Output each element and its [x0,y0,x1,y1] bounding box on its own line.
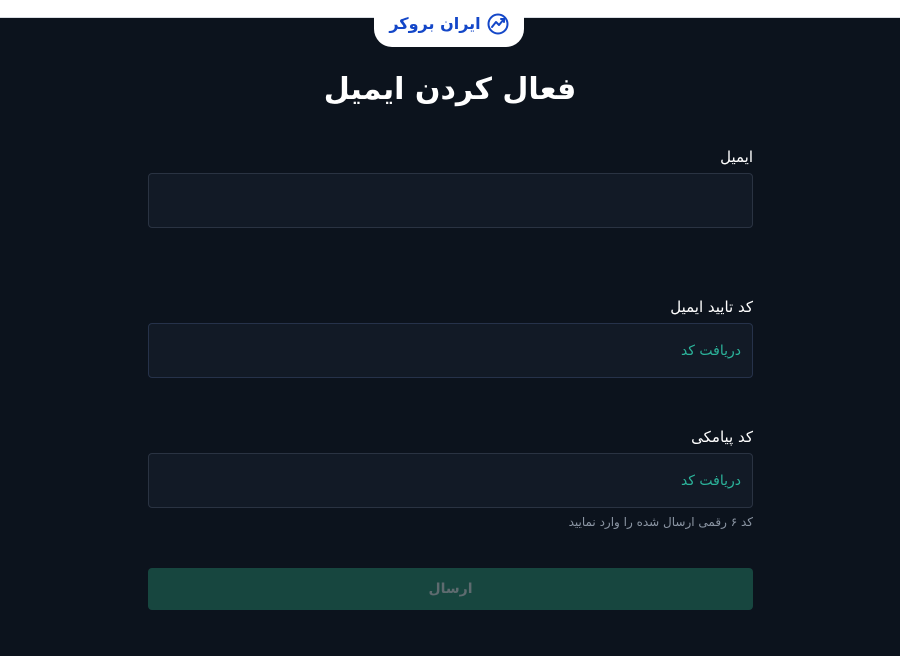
trend-chart-icon [487,13,509,35]
brand-name: ایران بروکر [389,14,481,33]
get-email-code-button[interactable]: دریافت کد [681,343,741,359]
email-label: ایمیل [720,148,753,166]
email-code-field-container: دریافت کد [148,323,753,378]
brand-logo[interactable]: ایران بروکر [374,0,524,47]
sms-code-label: کد پیامکی [691,428,753,446]
email-field[interactable] [149,174,752,227]
email-field-container [148,173,753,228]
get-sms-code-button[interactable]: دریافت کد [681,473,741,489]
submit-button[interactable]: ارسال [148,568,753,610]
sms-code-field-container: دریافت کد [148,453,753,508]
sms-code-hint: کد ۶ رقمی ارسال شده را وارد نمایید [568,515,753,529]
sms-code-field[interactable] [149,454,752,507]
email-code-field[interactable] [149,324,752,377]
email-code-label: کد تایید ایمیل [670,298,753,316]
page-title: فعال کردن ایمیل [323,72,577,107]
